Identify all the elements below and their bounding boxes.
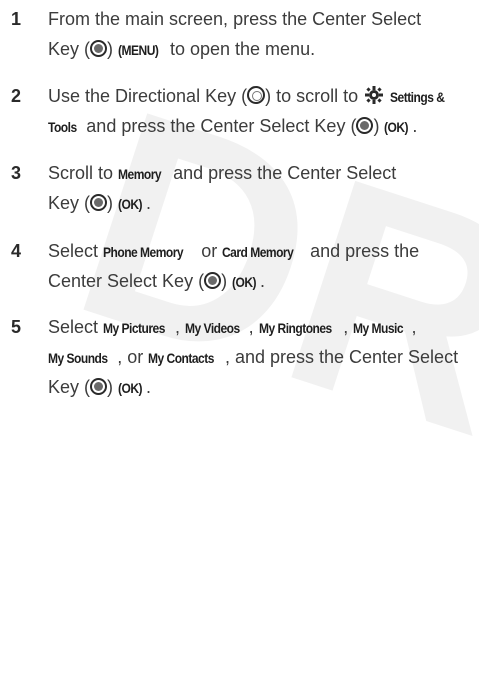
center-select-key-icon xyxy=(90,40,108,57)
ok-key-label: (OK) xyxy=(118,380,143,396)
step-text-run: , xyxy=(175,317,186,337)
step-number: 2 xyxy=(11,86,22,106)
center-select-key-icon xyxy=(90,194,108,211)
step-text-run: or xyxy=(196,241,223,261)
ok-key-label: (OK) xyxy=(118,196,143,212)
step-text-run: and press the Center Select xyxy=(168,163,397,183)
phone-memory-label: Phone Memory xyxy=(103,244,184,260)
step-text: From the main screen, press the Center S… xyxy=(48,4,476,64)
step-text-run: to open the menu. xyxy=(164,39,316,59)
step-number: 3 xyxy=(11,163,22,183)
card-memory-label: Card Memory xyxy=(222,244,294,260)
settings-tools-label: Tools xyxy=(48,119,77,135)
my-contacts-label: My Contacts xyxy=(148,350,215,366)
step-text-run: , xyxy=(343,317,354,337)
step-text-run: . xyxy=(145,377,151,397)
step-text-run: . xyxy=(412,116,418,136)
step-text-run: Scroll to xyxy=(48,163,119,183)
my-pictures-label: My Pictures xyxy=(103,320,165,336)
step-text-run: From the main screen, press the Center S… xyxy=(48,9,422,29)
step-text-run: Select xyxy=(48,241,104,261)
step-text-run: , or xyxy=(117,347,149,367)
step-text-run: ) xyxy=(107,377,119,397)
step-text-run: ) to scroll to xyxy=(265,86,364,106)
step-text-run: , xyxy=(248,317,259,337)
step-text-run: Center Select Key ( xyxy=(48,271,205,291)
step-text-run: ) xyxy=(373,116,385,136)
directional-key-icon xyxy=(247,86,266,104)
step-number: 4 xyxy=(11,241,22,261)
center-select-key-icon xyxy=(204,272,222,289)
step-text: Scroll to Memory and press the Center Se… xyxy=(48,158,476,218)
step-text: Select Phone Memory or Card Memory and p… xyxy=(48,236,476,296)
step-text-run: ) xyxy=(107,193,119,213)
step-text-run: Select xyxy=(48,317,104,337)
step-text-run: . xyxy=(145,193,151,213)
step-text-run: , and press the Center Select xyxy=(224,347,459,367)
settings-tools-label: Settings & xyxy=(390,89,445,105)
step-text-run: , xyxy=(411,317,417,337)
step-text-run: ) xyxy=(107,39,119,59)
menu-key-label: (MENU) xyxy=(118,42,159,58)
center-select-key-icon xyxy=(356,117,374,134)
my-videos-label: My Videos xyxy=(185,320,240,336)
ok-key-label: (OK) xyxy=(232,274,257,290)
step-number: 5 xyxy=(11,317,22,337)
step-number: 1 xyxy=(11,9,22,29)
step-text-run: and press the xyxy=(305,241,420,261)
my-music-label: My Music xyxy=(353,320,404,336)
settings-gear-icon xyxy=(365,86,384,104)
ok-key-label: (OK) xyxy=(384,119,409,135)
my-sounds-label: My Sounds xyxy=(48,350,108,366)
step-text-run: Key ( xyxy=(48,377,91,397)
step-text: Select My Pictures, My Videos, My Ringto… xyxy=(48,312,476,402)
memory-label: Memory xyxy=(118,166,162,182)
step-text: Use the Directional Key ( ) to scroll to xyxy=(48,81,476,141)
step-text-run: and press the Center Select Key ( xyxy=(81,116,357,136)
step-text-run: Key ( xyxy=(48,193,91,213)
step-text-run: . xyxy=(260,271,266,291)
center-select-key-icon xyxy=(90,378,108,395)
my-ringtones-label: My Ringtones xyxy=(258,320,332,336)
step-text-run: ) xyxy=(221,271,233,291)
step-text-run: Key ( xyxy=(48,39,91,59)
step-text-run: Use the Directional Key ( xyxy=(48,86,248,106)
